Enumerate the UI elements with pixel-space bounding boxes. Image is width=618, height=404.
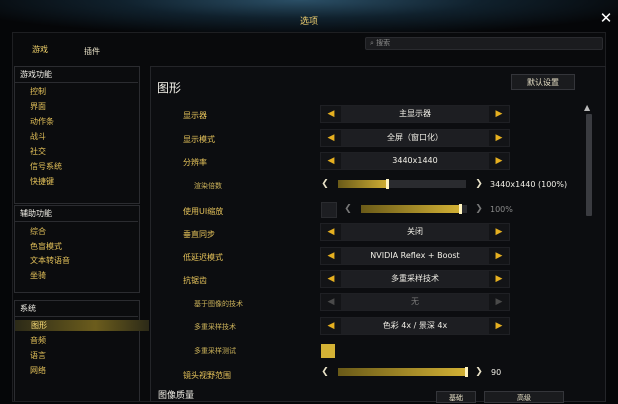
fov-label: 镜头视野范围 [183, 371, 231, 380]
divider [14, 221, 138, 222]
arrow-right-icon[interactable]: ▶ [491, 224, 507, 240]
slider-handle[interactable] [386, 179, 390, 189]
sidebar-item-colorblind[interactable]: 色盲模式 [30, 241, 62, 252]
tab-addons[interactable]: 插件 [84, 46, 100, 57]
ui-scale-slider[interactable] [361, 204, 467, 214]
antialiasing-select[interactable]: ◀ 多重采样技术 ▶ [320, 270, 510, 288]
display-mode-label: 显示模式 [183, 135, 215, 144]
arrow-right-icon[interactable]: ▶ [491, 248, 507, 264]
sidebar-item-controls[interactable]: 控制 [30, 86, 46, 97]
select-value: NVIDIA Reflex + Boost [370, 251, 460, 260]
arrow-right-icon[interactable]: ▶ [491, 271, 507, 287]
msaa-label: 多重采样技术 [194, 323, 236, 331]
arrow-right-icon[interactable]: ❯ [474, 366, 484, 378]
scroll-up-icon[interactable]: ▲ [584, 103, 590, 112]
low-latency-select[interactable]: ◀ NVIDIA Reflex + Boost ▶ [320, 247, 510, 265]
vsync-select[interactable]: ◀ 关闭 ▶ [320, 223, 510, 241]
antialiasing-label: 抗锯齿 [183, 276, 207, 285]
sidebar-item-combat[interactable]: 战斗 [30, 131, 46, 142]
msaa-test-checkbox[interactable] [321, 344, 335, 358]
arrow-left-icon[interactable]: ◀ [323, 106, 339, 122]
arrow-left-icon[interactable]: ◀ [323, 271, 339, 287]
sidebar-item-interface[interactable]: 界面 [30, 101, 46, 112]
arrow-right-icon[interactable]: ▶ [491, 130, 507, 146]
arrow-left-icon[interactable]: ◀ [323, 294, 339, 310]
resolution-label: 分辨率 [183, 158, 207, 167]
fov-slider[interactable] [338, 367, 468, 377]
close-icon[interactable]: ✕ [599, 11, 613, 26]
slider-fill [361, 205, 462, 213]
render-scale-value: 3440x1440 (100%) [490, 180, 568, 189]
slider-handle[interactable] [465, 367, 468, 377]
sidebar-item-graphics[interactable]: 图形 [15, 320, 149, 331]
msaa-test-label: 多重采样测试 [194, 347, 236, 355]
sidebar-item-text-to-speech[interactable]: 文本转语音 [30, 255, 70, 266]
scrollbar[interactable] [586, 114, 592, 216]
sidebar-group-title: 游戏功能 [20, 70, 52, 79]
select-value: 无 [411, 297, 419, 306]
arrow-left-icon[interactable]: ❮ [343, 203, 353, 215]
sidebar-group-title: 辅助功能 [20, 209, 52, 218]
arrow-right-icon[interactable]: ❯ [474, 178, 484, 190]
select-value: 色彩 4x / 景深 4x [382, 321, 448, 330]
window-title: 选项 [299, 17, 318, 27]
sidebar-item-language[interactable]: 语言 [30, 350, 46, 361]
ui-scale-value: 100% [490, 205, 513, 214]
render-scale-slider[interactable] [338, 179, 466, 189]
select-value: 多重采样技术 [391, 274, 439, 283]
sidebar-item-mounts[interactable]: 坐骑 [30, 270, 46, 281]
arrow-right-icon[interactable]: ▶ [491, 106, 507, 122]
defaults-button[interactable]: 默认设置 [511, 74, 575, 90]
ui-scale-label: 使用UI缩放 [183, 207, 224, 216]
resolution-select[interactable]: ◀ 3440x1440 ▶ [320, 152, 510, 170]
select-value: 全屏（窗口化） [387, 133, 443, 142]
search-input[interactable]: ⌕ 搜索 [365, 37, 603, 50]
search-icon: ⌕ [370, 39, 374, 47]
slider-fill [338, 368, 468, 376]
msaa-select[interactable]: ◀ 色彩 4x / 景深 4x ▶ [320, 317, 510, 335]
advanced-button[interactable]: 高级 [484, 391, 564, 403]
sidebar-item-keybindings[interactable]: 快捷键 [30, 176, 54, 187]
sidebar-item-ping-system[interactable]: 信号系统 [30, 161, 62, 172]
arrow-left-icon[interactable]: ❮ [320, 366, 330, 378]
arrow-right-icon[interactable]: ▶ [491, 318, 507, 334]
sidebar-item-actionbars[interactable]: 动作条 [30, 116, 54, 127]
select-value: 主显示器 [399, 109, 431, 118]
image-based-select[interactable]: ◀ 无 ▶ [320, 293, 510, 311]
select-value: 关闭 [407, 227, 423, 236]
render-scale-label: 渲染倍数 [194, 182, 222, 190]
ui-scale-checkbox[interactable] [321, 202, 337, 218]
slider-fill [338, 180, 390, 188]
sidebar-item-network[interactable]: 网络 [30, 365, 46, 376]
arrow-left-icon[interactable]: ❮ [320, 178, 330, 190]
arrow-left-icon[interactable]: ◀ [323, 153, 339, 169]
image-quality-title: 图像质量 [158, 391, 195, 401]
display-label: 显示器 [183, 111, 207, 120]
arrow-left-icon[interactable]: ◀ [323, 318, 339, 334]
sidebar-item-social[interactable]: 社交 [30, 146, 46, 157]
sidebar-item-general[interactable]: 综合 [30, 226, 46, 237]
arrow-right-icon[interactable]: ▶ [491, 153, 507, 169]
display-select[interactable]: ◀ 主显示器 ▶ [320, 105, 510, 123]
display-mode-select[interactable]: ◀ 全屏（窗口化） ▶ [320, 129, 510, 147]
divider [14, 82, 138, 83]
slider-handle[interactable] [458, 204, 462, 214]
arrow-left-icon[interactable]: ◀ [323, 224, 339, 240]
divider [14, 316, 138, 317]
arrow-right-icon[interactable]: ❯ [474, 203, 484, 215]
image-based-label: 基于图像的技术 [194, 300, 243, 308]
low-latency-label: 低延迟模式 [183, 253, 223, 262]
arrow-left-icon[interactable]: ◀ [323, 248, 339, 264]
fov-value: 90 [491, 368, 502, 377]
select-value: 3440x1440 [392, 156, 438, 165]
sidebar-group-title: 系统 [20, 304, 36, 313]
basic-button[interactable]: 基础 [436, 391, 476, 403]
arrow-right-icon[interactable]: ▶ [491, 294, 507, 310]
sidebar-item-audio[interactable]: 音频 [30, 335, 46, 346]
tab-game[interactable]: 游戏 [32, 44, 48, 55]
vsync-label: 垂直同步 [183, 230, 215, 239]
arrow-left-icon[interactable]: ◀ [323, 130, 339, 146]
section-title: 图形 [157, 81, 182, 95]
